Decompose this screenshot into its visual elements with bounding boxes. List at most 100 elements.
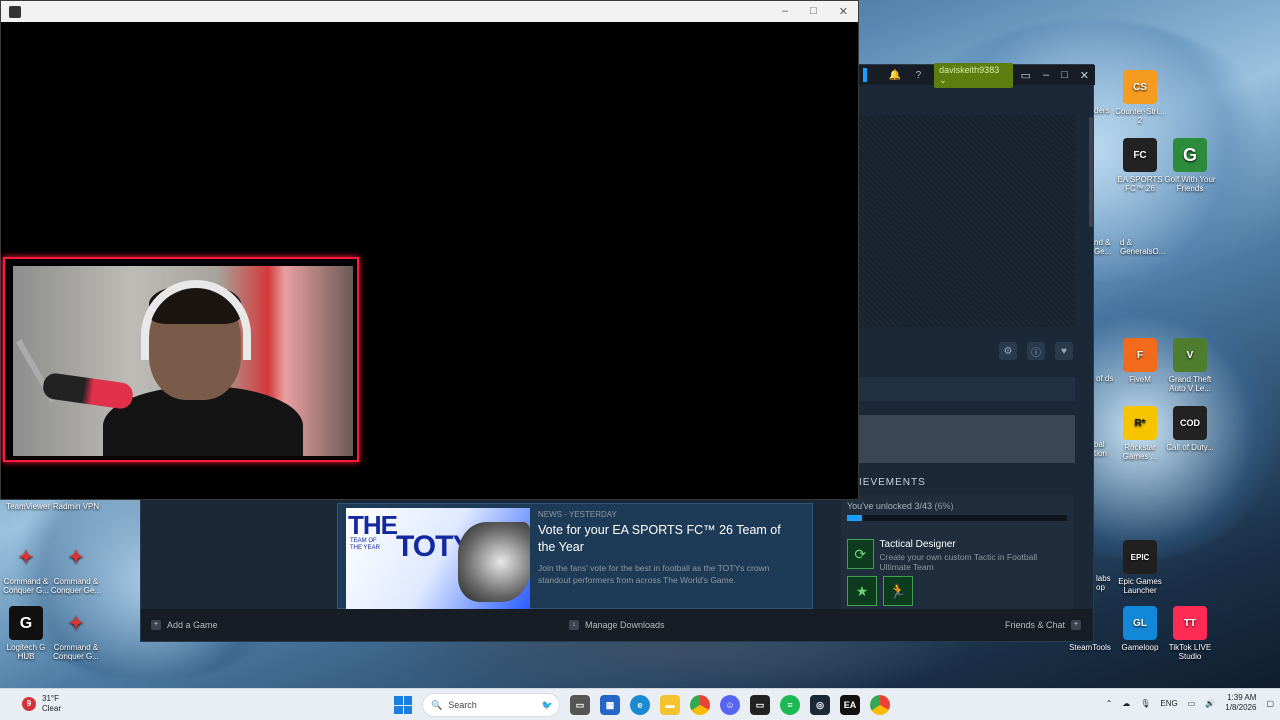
manage-downloads-button[interactable]: ↓ Manage Downloads [569,620,665,630]
desktop-icon-partial[interactable]: nd & Ge... [1094,238,1114,256]
desktop-icon-partial[interactable]: of ds [1096,374,1114,383]
network-icon[interactable]: ▭ [1188,699,1196,708]
game-info-panel [859,415,1075,463]
desktop-icon-label: TeamViewer [6,502,50,511]
achievements-progress-fill [847,515,863,521]
maximize-icon[interactable]: □ [810,5,817,18]
desktop-icon-cnc-1[interactable]: ✦ Command & Conquer G... [0,540,52,596]
desktop-icon-gta5[interactable]: V Grand Theft Auto V Le... [1164,338,1216,393]
add-game-button[interactable]: + Add a Game [151,620,218,630]
capture-window-titlebar: – □ ✕ [1,1,858,22]
file-explorer-icon[interactable]: ▬ [660,695,680,715]
game-tabs-bar [859,377,1075,401]
spotify-icon[interactable]: ≡ [780,695,800,715]
steam-user-menu[interactable]: daviskeith9383 ⌄ [934,62,1013,88]
manage-downloads-label: Manage Downloads [585,620,665,630]
desktop-icon-rockstar[interactable]: R* Rockstar Games ... [1114,406,1166,461]
fivem-icon: F [1123,338,1157,372]
screen-icon[interactable]: ▭ [1021,69,1031,82]
desktop-icon-cs2[interactable]: CS Counter-Stri... 2 [1114,70,1166,125]
desktop-icon-cnc-2[interactable]: ✦ Command & Conquer Ge... [50,540,102,596]
desktop-icon-label: TikTok LIVE Studio [1168,643,1212,661]
news-image-text: THE [348,510,398,540]
scrollbar[interactable] [1089,117,1093,227]
terminal-icon[interactable]: ▭ [750,695,770,715]
rockstar-icon: R* [1123,406,1157,440]
ea-app-icon[interactable]: EA [840,695,860,715]
desktop-icon-cod[interactable]: COD Call of Duty... [1164,406,1216,452]
achievement-star-icon[interactable]: ★ [847,576,877,606]
desktop-icon-label: bal tion [1094,440,1107,458]
logitech-g-icon: G [9,606,43,640]
onedrive-icon[interactable]: ☁ [1122,699,1130,708]
desktop-icon-label: Command & Conquer G... [53,643,99,661]
desktop-icon-label: labs op [1096,574,1111,592]
weather-widget[interactable]: 9 31°F Clear [22,694,61,714]
achievement-item[interactable]: ⟳ Tactical Designer Create your own cust… [847,539,1067,572]
show-hidden-icons-chevron-up-icon[interactable]: ⌃ [1106,699,1113,708]
desktop-icon-label: Golf With Your Friends [1164,175,1216,193]
notification-bell-icon[interactable]: 🔔 [887,70,903,81]
taskbar-search[interactable]: 🔍 Search 🐦 [422,693,560,717]
desktop-icon-logitech[interactable]: G Logitech G HUB [0,606,52,661]
desktop-icon-tiktok[interactable]: TT TikTok LIVE Studio [1164,606,1216,661]
achievements-panel[interactable]: You've unlocked 3/43 (6%) ⟳ Tactical Des… [841,495,1073,609]
capture-window: – □ ✕ [0,0,859,500]
volume-icon[interactable]: 🔊 [1205,699,1215,708]
epic-games-icon: EPIC [1123,540,1157,574]
desktop-icon-golf[interactable]: G Golf With Your Friends [1164,138,1216,193]
chevron-down-icon: ⌄ [939,74,947,85]
discord-icon[interactable]: ☺ [720,695,740,715]
settings-gear-icon[interactable]: ⚙ [999,342,1017,360]
call-of-duty-icon: COD [1173,406,1207,440]
help-icon[interactable]: ? [911,70,927,81]
friends-chat-button[interactable]: Friends & Chat + [1005,620,1081,630]
desktop-icon-label: ders [1094,106,1110,115]
desktop-icon-teamviewer[interactable]: TeamViewer [2,502,54,511]
steam-icon[interactable]: ◎ [810,695,830,715]
microphone-icon[interactable]: 🎙 [1140,699,1150,708]
news-image-text: TEAM OF THE YEAR [350,538,380,551]
achievement-desc: Create your own custom Tactic in Footbal… [879,552,1038,572]
desktop-icon-partial[interactable]: ders [1094,106,1114,115]
task-view-icon[interactable]: ▭ [570,695,590,715]
notification-center-icon[interactable]: ▢ [1266,699,1274,708]
desktop-icon-radmin[interactable]: Radmin VPN [50,502,102,511]
maximize-icon[interactable]: □ [1061,69,1068,82]
chrome-icon[interactable] [690,695,710,715]
desktop-icon-partial[interactable]: labs op [1096,574,1114,592]
desktop-icon-fc26[interactable]: FC EA SPORTS FC™ 26 [1114,138,1166,193]
chat-icon: + [1071,620,1081,630]
steam-titlebar: 🔔 ? daviskeith9383 ⌄ ▭ – □ ✕ [859,62,1095,88]
desktop-icon-partial[interactable]: bal tion [1094,440,1114,458]
achievement-icon: ⟳ [847,539,874,569]
minimize-icon[interactable]: – [782,5,788,18]
steam-username: daviskeith9383 [939,64,1000,75]
info-icon[interactable]: ⓘ [1027,342,1045,360]
cnc-icon: ✦ [68,546,84,567]
news-card[interactable]: THE TEAM OF THE YEAR TOTYS NEWS - YESTER… [337,503,813,610]
clock[interactable]: 1:39 AM 1/8/2026 [1225,693,1256,713]
desktop-icon-epic[interactable]: EPIC Epic Games Launcher [1114,540,1166,595]
desktop-icon-cnc-3[interactable]: ✦ Command & Conquer G... [50,606,102,662]
desktop-icon-label: Gameloop [1121,643,1159,652]
desktop-icon-gameloop[interactable]: GL Gameloop [1114,606,1166,652]
golf-icon: G [1173,138,1207,172]
close-icon[interactable]: ✕ [839,5,848,18]
taskbar: 9 31°F Clear 🔍 Search 🐦 ▭ ▦ e ▬ ☺ ▭ ≡ ◎ … [0,688,1280,720]
microsoft-store-icon[interactable]: ▦ [600,695,620,715]
achievements-percent: (6%) [934,501,954,511]
desktop-icon-label: Grand Theft Auto V Le... [1168,375,1212,393]
desktop-icon-fivem[interactable]: F FiveM [1114,338,1166,384]
edge-icon[interactable]: e [630,695,650,715]
achievement-runner-icon[interactable]: 🏃 [883,576,913,606]
start-windows-icon[interactable] [394,696,412,714]
minimize-icon[interactable]: – [1043,69,1049,82]
language-indicator[interactable]: ENG [1160,699,1177,708]
chrome-icon[interactable] [870,695,890,715]
cnc-icon: ✦ [18,546,34,567]
close-icon[interactable]: ✕ [1080,69,1089,82]
desktop-icon-partial[interactable]: d & GeneralsO... [1120,238,1165,256]
favorite-heart-icon[interactable]: ♥ [1055,342,1073,360]
news-title[interactable]: Vote for your EA SPORTS FC™ 26 Team of t… [538,522,798,556]
